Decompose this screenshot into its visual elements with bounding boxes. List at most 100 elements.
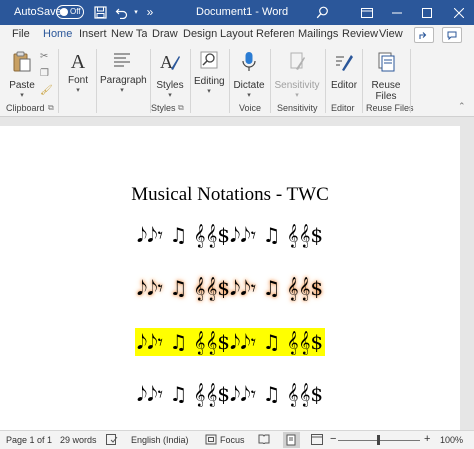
status-bar: Page 1 of 1 29 words English (India) Foc… (0, 430, 474, 449)
group-label-styles: Styles (151, 103, 176, 113)
ribbon: Paste ▾ ✂ ❐ 🖌 Clipboard ⧉ A Font ▾ Parag… (0, 45, 474, 117)
sensitivity-icon (274, 51, 320, 78)
styles-button[interactable]: A Styles ▾ (154, 51, 186, 99)
cut-icon[interactable]: ✂ (40, 51, 48, 62)
separator (96, 49, 97, 113)
word-count[interactable]: 29 words (60, 435, 97, 445)
tab-design[interactable]: Design (183, 28, 217, 40)
tab-review[interactable]: Review (342, 28, 378, 40)
group-label-editor: Editor (331, 103, 355, 113)
styles-label: Styles (156, 80, 184, 91)
page-count[interactable]: Page 1 of 1 (6, 435, 52, 445)
paragraph-dropdown-icon: ▾ (120, 87, 124, 94)
separator (325, 49, 326, 113)
web-layout-icon[interactable] (311, 434, 323, 448)
tab-mailings[interactable]: Mailings (298, 28, 338, 40)
separator (270, 49, 271, 113)
print-layout-icon[interactable] (283, 432, 300, 448)
clipboard-launcher-icon[interactable]: ⧉ (48, 103, 54, 113)
maximize-icon[interactable] (412, 0, 442, 25)
separator (362, 49, 363, 113)
focus-label[interactable]: Focus (220, 435, 245, 445)
proofing-icon[interactable] (106, 434, 118, 448)
sensitivity-label: Sensitivity (274, 80, 320, 91)
font-label: Font (67, 75, 88, 86)
reuse-files-button[interactable]: Reuse Files (366, 51, 406, 102)
sensitivity-dropdown-icon: ▾ (295, 92, 299, 99)
more-commands-icon[interactable]: » (142, 4, 158, 20)
clipboard-icon (5, 51, 39, 78)
collapse-ribbon-icon[interactable]: ⌃ (458, 101, 466, 112)
sensitivity-button[interactable]: Sensitivity ▾ (274, 51, 320, 99)
read-mode-icon[interactable] (258, 434, 270, 447)
notation-line-plain: 𝅘𝅥𝅮𝅘𝅥𝅮𝄾 ♫ 𝄞𝄞$𝅘𝅥𝅮𝅘𝅥𝅮𝄾 ♫ 𝄞𝄞$ (0, 223, 460, 247)
editor-icon (329, 51, 359, 78)
tab-draw[interactable]: Draw (152, 28, 178, 40)
styles-icon: A (154, 51, 186, 78)
editing-button[interactable]: Editing ▾ (194, 51, 225, 95)
separator (410, 49, 411, 113)
save-icon[interactable] (92, 4, 108, 20)
reuse-files-icon (366, 51, 406, 78)
tab-references[interactable]: References (256, 28, 294, 40)
reuse-files-label-line2: Files (375, 91, 397, 102)
paste-dropdown-icon[interactable]: ▾ (5, 91, 39, 99)
document-heading: Musical Notations - TWC (131, 184, 329, 205)
notation-line-bottom: 𝅘𝅥𝅮𝅘𝅥𝅮𝄾 ♫ 𝄞𝄞$𝅘𝅥𝅮𝅘𝅥𝅮𝄾 ♫ 𝄞𝄞$ (0, 382, 460, 406)
font-icon: A (70, 51, 86, 73)
tab-view[interactable]: View (379, 28, 403, 40)
format-painter-icon[interactable]: 🖌 (40, 85, 53, 96)
minimize-icon[interactable] (382, 0, 412, 25)
notation-text: 𝅘𝅥𝅮𝅘𝅥𝅮𝄾 ♫ 𝄞𝄞$𝅘𝅥𝅮𝅘𝅥𝅮𝄾 ♫ 𝄞𝄞$ (136, 382, 324, 406)
tab-home[interactable]: Home (43, 28, 72, 40)
styles-dropdown-icon: ▾ (168, 92, 172, 99)
dictate-dropdown-icon: ▾ (247, 92, 251, 99)
paragraph-label: Paragraph (100, 75, 147, 86)
notation-text: 𝅘𝅥𝅮𝅘𝅥𝅮𝄾 ♫ 𝄞𝄞$𝅘𝅥𝅮𝅘𝅥𝅮𝄾 ♫ 𝄞𝄞$ (136, 276, 324, 300)
close-icon[interactable] (444, 0, 474, 25)
editing-label: Editing (194, 76, 225, 87)
document-title: Document1 - Word (196, 6, 289, 18)
copy-icon[interactable]: ❐ (40, 68, 49, 79)
font-button[interactable]: A Font ▾ (63, 51, 93, 94)
dictate-button[interactable]: Dictate ▾ (233, 51, 265, 99)
share-icon[interactable] (414, 27, 434, 43)
paragraph-button[interactable]: Paragraph ▾ (100, 51, 147, 94)
group-label-reuse-files: Reuse Files (366, 103, 414, 113)
zoom-level[interactable]: 100% (440, 435, 463, 445)
reuse-files-label-line1: Reuse (371, 80, 401, 91)
zoom-out-icon[interactable]: − (330, 433, 336, 445)
tab-file[interactable]: File (12, 28, 30, 40)
comments-icon[interactable] (442, 27, 462, 43)
separator (58, 49, 59, 113)
separator (190, 49, 191, 113)
dictate-label: Dictate (233, 80, 265, 91)
tab-layout[interactable]: Layout (220, 28, 253, 40)
tab-new-tab[interactable]: New Tab (111, 28, 147, 40)
editing-dropdown-icon: ▾ (207, 88, 211, 95)
title-bar: AutoSave Off ▾ » Document1 - Word (0, 0, 474, 25)
tab-insert[interactable]: Insert (79, 28, 107, 40)
search-icon[interactable] (314, 4, 330, 20)
paste-label: Paste (9, 80, 35, 91)
document-area: Musical Notations - TWC 𝅘𝅥𝅮𝅘𝅥𝅮𝄾 ♫ 𝄞𝄞$𝅘𝅥𝅮… (0, 118, 474, 430)
paste-button[interactable]: Paste ▾ (5, 51, 39, 99)
ribbon-display-options-icon[interactable] (352, 0, 382, 25)
notation-text: 𝅘𝅥𝅮𝅘𝅥𝅮𝄾 ♫ 𝄞𝄞$𝅘𝅥𝅮𝅘𝅥𝅮𝄾 ♫ 𝄞𝄞$ (134, 328, 326, 356)
autosave-toggle[interactable]: Off (56, 5, 84, 19)
paragraph-icon (100, 51, 144, 73)
notation-text: 𝅘𝅥𝅮𝅘𝅥𝅮𝄾 ♫ 𝄞𝄞$𝅘𝅥𝅮𝅘𝅥𝅮𝄾 ♫ 𝄞𝄞$ (136, 223, 324, 247)
zoom-slider-thumb[interactable] (377, 435, 380, 445)
zoom-in-icon[interactable]: + (424, 433, 430, 445)
vertical-scrollbar[interactable] (460, 118, 474, 430)
group-label-voice: Voice (239, 103, 262, 113)
language-indicator[interactable]: English (India) (131, 435, 189, 445)
group-label-clipboard: Clipboard (6, 103, 45, 113)
editor-button[interactable]: Editor (329, 51, 359, 91)
separator (229, 49, 230, 113)
notation-line-highlighted: 𝅘𝅥𝅮𝅘𝅥𝅮𝄾 ♫ 𝄞𝄞$𝅘𝅥𝅮𝅘𝅥𝅮𝄾 ♫ 𝄞𝄞$ (0, 328, 460, 356)
document-page[interactable]: Musical Notations - TWC 𝅘𝅥𝅮𝅘𝅥𝅮𝄾 ♫ 𝄞𝄞$𝅘𝅥𝅮… (0, 126, 460, 430)
undo-icon[interactable] (113, 4, 129, 20)
focus-icon[interactable] (205, 434, 217, 448)
styles-launcher-icon[interactable]: ⧉ (178, 103, 184, 113)
